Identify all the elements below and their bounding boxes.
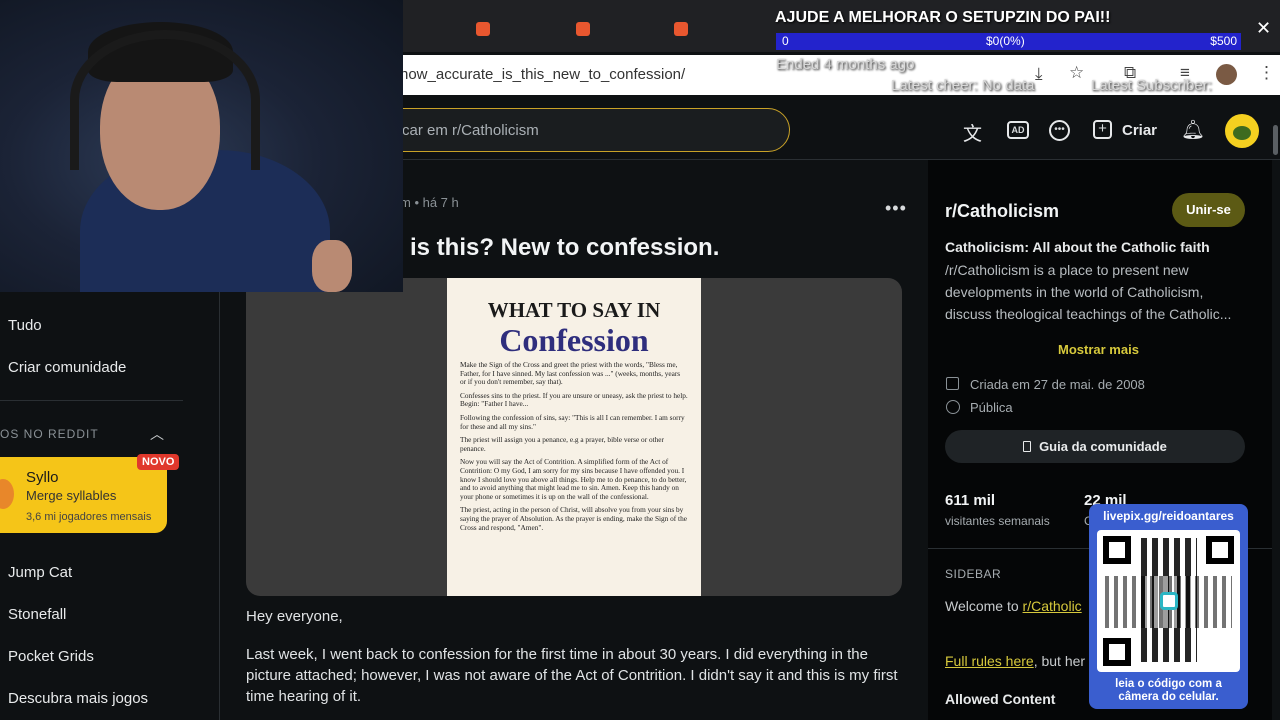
chevron-up-icon[interactable]: ︿ bbox=[150, 424, 164, 444]
game-players: 3,6 mi jogadores mensais bbox=[26, 511, 152, 523]
webcam-overlay bbox=[0, 0, 403, 292]
latest-subscriber-text: Latest Subscriber: bbox=[1091, 77, 1212, 94]
game-item-jump-cat[interactable]: Jump Cat bbox=[8, 564, 72, 581]
globe-icon bbox=[946, 400, 960, 414]
post-options-icon[interactable]: ••• bbox=[885, 198, 907, 219]
post-meta: m • há 7 h bbox=[400, 195, 459, 210]
nav-item-all[interactable]: Tudo bbox=[8, 317, 42, 334]
flyer-heading-top: WHAT TO SAY IN bbox=[487, 298, 661, 322]
visibility-label: Pública bbox=[970, 400, 1013, 415]
guide-label: Guia da comunidade bbox=[1039, 439, 1167, 454]
url-text[interactable]: how_accurate_is_this_new_to_confession/ bbox=[400, 66, 685, 83]
profile-avatar[interactable] bbox=[1216, 64, 1237, 85]
goal-ended-text: Ended 4 months ago bbox=[776, 56, 915, 73]
welcome-link[interactable]: r/Catholic bbox=[1023, 598, 1082, 614]
sidebar-heading: SIDEBAR bbox=[945, 567, 1002, 581]
flyer-step: Following the confession of sins, say: "… bbox=[460, 412, 685, 431]
community-name[interactable]: r/Catholicism bbox=[945, 201, 1059, 222]
discover-more-games[interactable]: Descubra mais jogos bbox=[8, 690, 148, 707]
search-placeholder: car em r/Catholicism bbox=[402, 122, 539, 139]
browser-menu-icon[interactable]: ⋮ bbox=[1258, 63, 1275, 83]
goal-min: 0 bbox=[782, 34, 789, 48]
post-title[interactable]: is this? New to confession. bbox=[410, 234, 719, 262]
new-badge: NOVO bbox=[137, 454, 180, 470]
calendar-icon bbox=[946, 377, 959, 390]
post-body-text: Last week, I went back to confession for… bbox=[246, 646, 898, 705]
scrollbar-thumb[interactable] bbox=[1273, 125, 1278, 155]
user-avatar[interactable] bbox=[1225, 114, 1259, 148]
join-button[interactable]: Unir-se bbox=[1172, 193, 1245, 227]
rules-link[interactable]: Full rules here bbox=[945, 653, 1034, 669]
translate-icon[interactable]: 文 bbox=[963, 119, 982, 146]
flyer-step: Confesses sins to the priest. If you are… bbox=[460, 390, 688, 409]
guide-book-icon bbox=[1023, 441, 1032, 452]
chat-icon[interactable]: ••• bbox=[1049, 120, 1070, 141]
rules-line: Full rules here, but her bbox=[945, 653, 1085, 669]
tab-favicon-icon[interactable] bbox=[576, 22, 590, 36]
visitors-label: visitantes semanais bbox=[945, 514, 1050, 528]
livepix-logo-icon bbox=[1160, 592, 1178, 610]
game-subtitle: Merge syllables bbox=[26, 488, 117, 503]
welcome-text: Welcome to bbox=[945, 598, 1023, 614]
visitors-count: 611 mil bbox=[945, 492, 996, 509]
tab-favicon-icon[interactable] bbox=[476, 22, 490, 36]
close-window-icon[interactable]: ✕ bbox=[1256, 18, 1271, 39]
allowed-content-heading: Allowed Content bbox=[945, 691, 1056, 707]
qr-code-icon bbox=[1097, 530, 1240, 672]
hand-shape bbox=[312, 240, 352, 292]
syllo-logo-icon bbox=[0, 479, 14, 509]
install-icon[interactable]: ⤓ bbox=[1035, 64, 1043, 84]
create-button[interactable]: Criar bbox=[1122, 122, 1157, 139]
community-tagline: Catholicism: All about the Catholic fait… bbox=[945, 239, 1210, 255]
tab-favicon-icon[interactable] bbox=[674, 22, 688, 36]
notification-bell-icon[interactable]: 🔔︎ bbox=[1181, 118, 1205, 142]
community-guide-button[interactable]: Guia da comunidade bbox=[945, 430, 1245, 463]
games-section-heading[interactable]: OS NO REDDIT bbox=[0, 427, 99, 441]
game-item-stonefall[interactable]: Stonefall bbox=[8, 606, 66, 623]
goal-current: $0(0%) bbox=[986, 34, 1025, 48]
flyer-step: The priest will assign you a penance, e.… bbox=[460, 435, 664, 453]
donation-goal-bar: 0 $0(0%) $500 bbox=[776, 33, 1241, 50]
game-title: Syllo bbox=[26, 469, 59, 486]
latest-cheer-text: Latest cheer: No data bbox=[891, 77, 1035, 94]
qr-finder bbox=[1103, 536, 1131, 564]
community-description: /r/Catholicism is a place to present new… bbox=[945, 262, 1232, 322]
post-body-greeting: Hey everyone, bbox=[246, 608, 343, 625]
create-plus-icon[interactable]: + bbox=[1093, 120, 1112, 139]
show-more-link[interactable]: Mostrar mais bbox=[1058, 342, 1139, 357]
rules-text: , but her bbox=[1033, 653, 1086, 669]
nav-item-create-community[interactable]: Criar comunidade bbox=[8, 359, 126, 376]
flyer-step: Now you will say the Act of Contrition. … bbox=[460, 457, 687, 501]
flyer-step: Make the Sign of the Cross and greet the… bbox=[460, 360, 681, 387]
headphones-icon bbox=[70, 30, 260, 170]
avatar-snoo-icon bbox=[1233, 126, 1251, 140]
bookmark-star-icon[interactable]: ☆ bbox=[1069, 63, 1084, 83]
created-date: Criada em 27 de mai. de 2008 bbox=[970, 377, 1145, 392]
divider bbox=[0, 400, 183, 401]
game-item-pocket-grids[interactable]: Pocket Grids bbox=[8, 648, 94, 665]
post-image[interactable]: WHAT TO SAY IN Confession Make the Sign … bbox=[447, 278, 701, 596]
qr-caption: leia o código com a câmera do celular. bbox=[1115, 678, 1222, 703]
flyer-step: The priest, acting in the person of Chri… bbox=[460, 505, 687, 532]
flyer-heading-main: Confession bbox=[499, 322, 649, 358]
advertise-icon[interactable]: AD bbox=[1007, 121, 1029, 139]
qr-finder bbox=[1206, 536, 1234, 564]
qr-url: livepix.gg/reidoantares bbox=[1103, 509, 1234, 523]
welcome-line: Welcome to r/Catholic bbox=[945, 598, 1082, 614]
donation-goal-title: AJUDE A MELHORAR O SETUPZIN DO PAI!! bbox=[775, 9, 1111, 26]
qr-finder bbox=[1103, 638, 1131, 666]
goal-max: $500 bbox=[1210, 34, 1237, 48]
